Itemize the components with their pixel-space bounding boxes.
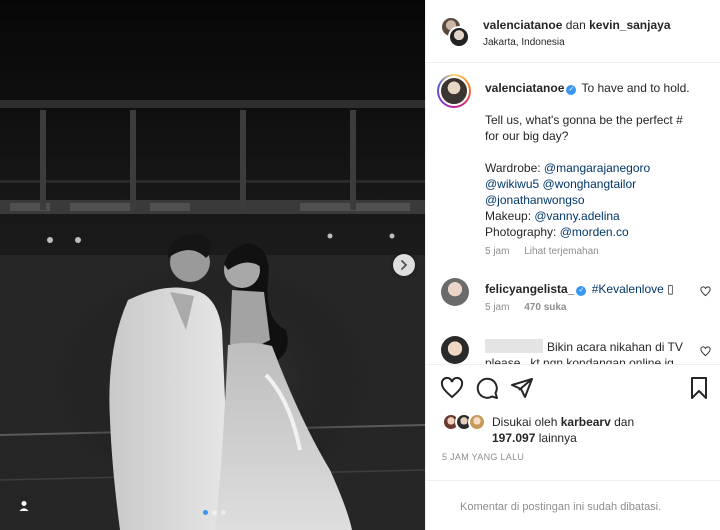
author-connector: dan	[565, 18, 586, 32]
carousel-dot	[212, 510, 217, 515]
mention-link[interactable]: @morden.co	[560, 225, 629, 239]
hashtag-link[interactable]: #Kevalenlove	[592, 282, 664, 296]
comment-body: Bikin acara nikahan di TV	[547, 340, 683, 354]
avatar[interactable]	[441, 336, 469, 364]
comment-body: please.. kt ngn kondangan online jg	[485, 356, 674, 364]
share-plane-icon[interactable]	[510, 376, 534, 400]
post-timestamp[interactable]: 5 JAM YANG LALU	[442, 452, 524, 462]
mention-link[interactable]: @jonathanwongso	[485, 193, 585, 207]
comment-username[interactable]: felicyangelista_	[485, 282, 574, 296]
caption-label: Photography:	[485, 225, 557, 239]
post-location[interactable]: Jakarta, Indonesia	[483, 37, 565, 48]
chevron-right-icon	[401, 260, 408, 270]
caption-meta: 5 jam Lihat terjemahan	[485, 246, 599, 257]
person-tag-icon	[19, 501, 29, 511]
post-authors: valenciatanoe dan kevin_sanjaya	[483, 18, 671, 32]
carousel-next-button[interactable]	[393, 254, 415, 276]
tagged-people-button[interactable]	[12, 494, 36, 518]
post-actions	[426, 364, 720, 410]
post-sidebar: valenciatanoe dan kevin_sanjaya Jakarta,…	[425, 0, 720, 530]
likes-text: Disukai oleh karbearv dan 197.097 lainny…	[492, 414, 634, 446]
comment-meta: 5 jam 470 suka	[485, 302, 567, 313]
redacted-username[interactable]	[485, 339, 543, 353]
liker-username[interactable]: karbearv	[561, 415, 611, 429]
comments-section[interactable]: valenciatanoe ✓ To have and to hold. Tell…	[426, 64, 720, 364]
mention-link[interactable]: @wikiwu5	[485, 177, 539, 191]
couple-photo-image	[0, 0, 425, 530]
comment-item: Bikin acara nikahan di TV please.. kt ng…	[426, 336, 720, 364]
caption-label: Makeup:	[485, 209, 532, 223]
heart-icon[interactable]	[700, 286, 711, 297]
carousel-indicator	[203, 510, 226, 515]
comment-restricted-footer: Komentar di postingan ini sudah dibatasi…	[426, 480, 720, 530]
comment-time[interactable]: 5 jam	[485, 302, 509, 313]
avatar	[448, 26, 470, 48]
post-caption: valenciatanoe ✓ To have and to hold. Tell…	[485, 80, 715, 240]
post-header: valenciatanoe dan kevin_sanjaya Jakarta,…	[426, 0, 720, 63]
heart-icon[interactable]	[700, 346, 711, 357]
likes-prefix: Disukai oleh	[492, 415, 558, 429]
comment-item: felicyangelista_ ✓ #Kevalenlove ▯ 5 jam 4…	[426, 278, 720, 328]
caption-line: for our big day?	[485, 129, 569, 143]
likes-others[interactable]: lainnya	[539, 431, 577, 445]
caption-line: Tell us, what's gonna be the perfect #	[485, 113, 683, 127]
translate-link[interactable]: Lihat terjemahan	[524, 246, 599, 257]
carousel-dot	[203, 510, 208, 515]
verified-badge-icon: ✓	[566, 85, 577, 95]
like-heart-icon[interactable]	[440, 376, 464, 400]
collab-avatars[interactable]	[440, 16, 470, 48]
comment-bubble-icon[interactable]	[475, 376, 499, 400]
liker-avatars[interactable]	[442, 413, 490, 433]
carousel-dot	[221, 510, 226, 515]
caption-line: To have and to hold.	[581, 81, 690, 95]
caption-avatar[interactable]	[437, 74, 471, 108]
mention-link[interactable]: @mangarajanegoro	[544, 161, 650, 175]
author-username[interactable]: valenciatanoe	[483, 18, 562, 32]
comment-likes[interactable]: 470 suka	[524, 302, 566, 313]
likes-count[interactable]: 197.097	[492, 431, 535, 445]
mention-link[interactable]: @vanny.adelina	[534, 209, 619, 223]
comment-text: felicyangelista_ ✓ #Kevalenlove ▯	[485, 281, 695, 297]
avatar[interactable]	[441, 278, 469, 306]
likes-summary: Disukai oleh karbearv dan 197.097 lainny…	[426, 410, 720, 450]
likes-and: dan	[614, 415, 635, 429]
post-photo[interactable]	[0, 0, 425, 530]
comment-emoji: ▯	[667, 282, 674, 296]
avatar	[468, 413, 486, 431]
verified-badge-icon: ✓	[576, 286, 587, 296]
caption-time[interactable]: 5 jam	[485, 246, 509, 257]
coauthor-username[interactable]: kevin_sanjaya	[589, 18, 670, 32]
comment-text: Bikin acara nikahan di TV please.. kt ng…	[485, 339, 705, 364]
caption-username[interactable]: valenciatanoe	[485, 81, 564, 95]
caption-label: Wardrobe:	[485, 161, 541, 175]
comments-limited-message: Komentar di postingan ini sudah dibatasi…	[460, 501, 662, 513]
save-bookmark-icon[interactable]	[687, 376, 711, 400]
mention-link[interactable]: @wonghangtailor	[543, 177, 637, 191]
